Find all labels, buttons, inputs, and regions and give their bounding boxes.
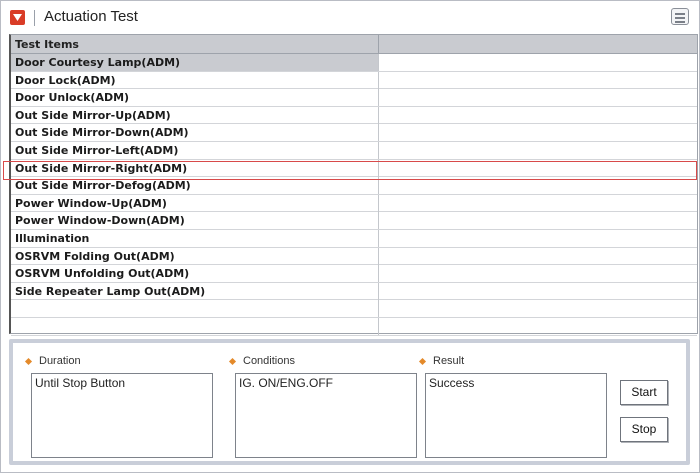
table-row[interactable]: [11, 317, 698, 336]
test-value-cell: [379, 89, 698, 106]
table-row[interactable]: Door Unlock(ADM): [11, 89, 697, 107]
test-item-cell: Out Side Mirror-Left(ADM): [11, 141, 379, 159]
test-item-cell: Out Side Mirror-Up(ADM): [11, 106, 379, 124]
test-value-cell: [379, 230, 698, 247]
test-item-cell: Power Window-Up(ADM): [11, 194, 379, 212]
result-field: Success: [425, 373, 607, 458]
start-button[interactable]: Start: [620, 380, 668, 405]
test-item-cell: Illumination: [11, 229, 379, 247]
test-value-cell: [379, 107, 698, 124]
table-row[interactable]: Door Lock(ADM): [11, 71, 698, 90]
page-title: Actuation Test: [44, 8, 138, 25]
test-value-cell: [379, 248, 698, 265]
test-item-cell: Door Unlock(ADM): [11, 89, 379, 107]
test-item-cell: [11, 300, 379, 318]
table-row[interactable]: Out Side Mirror-Right(ADM): [11, 159, 698, 178]
table-row[interactable]: Power Window-Down(ADM): [11, 212, 697, 230]
test-value-cell: [379, 283, 698, 300]
test-value-cell: [379, 177, 698, 194]
test-value-cell: [379, 54, 698, 71]
table-row[interactable]: Power Window-Up(ADM): [11, 194, 698, 213]
title-bar: Actuation Test: [1, 1, 699, 35]
column-header-value: [379, 35, 698, 54]
test-item-cell: Power Window-Down(ADM): [11, 212, 379, 230]
test-value-cell: [379, 72, 698, 89]
list-menu-icon[interactable]: [671, 8, 689, 25]
test-item-cell: Door Courtesy Lamp(ADM): [11, 54, 379, 71]
table-row[interactable]: Side Repeater Lamp Out(ADM): [11, 282, 698, 301]
table-row[interactable]: Out Side Mirror-Defog(ADM): [11, 177, 697, 195]
test-value-cell: [379, 142, 698, 159]
test-item-cell: Out Side Mirror-Defog(ADM): [11, 177, 379, 195]
test-item-cell: [11, 317, 379, 335]
column-header-test-items: Test Items: [11, 35, 379, 54]
table-row[interactable]: Illumination: [11, 229, 698, 248]
actuation-test-window: Actuation Test Test Items Door Courtesy …: [0, 0, 700, 473]
table-header: Test Items: [11, 35, 697, 54]
table-row[interactable]: OSRVM Folding Out(ADM): [11, 247, 698, 266]
conditions-field: IG. ON/ENG.OFF: [235, 373, 417, 458]
duration-label: Duration: [39, 355, 81, 367]
conditions-label: Conditions: [243, 355, 295, 367]
test-item-cell: OSRVM Unfolding Out(ADM): [11, 265, 379, 283]
table-row[interactable]: Door Courtesy Lamp(ADM): [11, 54, 697, 72]
duration-field: Until Stop Button: [31, 373, 213, 458]
test-value-cell: [379, 124, 698, 141]
test-value-cell: [379, 160, 698, 177]
table-row[interactable]: Out Side Mirror-Left(ADM): [11, 141, 698, 160]
test-value-cell: [379, 318, 698, 335]
table-row[interactable]: OSRVM Unfolding Out(ADM): [11, 265, 697, 283]
test-value-cell: [379, 265, 698, 282]
collapse-arrow-icon[interactable]: [10, 10, 25, 25]
test-item-cell: Out Side Mirror-Right(ADM): [11, 159, 379, 177]
actuation-control-panel: Duration Until Stop Button Conditions IG…: [9, 339, 690, 465]
test-value-cell: [379, 300, 698, 317]
table-body: Door Courtesy Lamp(ADM) Door Lock(ADM) Doo…: [11, 54, 697, 336]
table-row[interactable]: Out Side Mirror-Up(ADM): [11, 106, 698, 125]
test-items-table: Test Items Door Courtesy Lamp(ADM) Door L…: [9, 34, 698, 336]
test-item-cell: Door Lock(ADM): [11, 71, 379, 89]
test-value-cell: [379, 212, 698, 229]
table-row[interactable]: Out Side Mirror-Down(ADM): [11, 124, 697, 142]
test-item-cell: OSRVM Folding Out(ADM): [11, 247, 379, 265]
result-label: Result: [433, 355, 465, 367]
test-item-cell: Out Side Mirror-Down(ADM): [11, 124, 379, 142]
title-divider: [34, 10, 35, 26]
table-row[interactable]: [11, 300, 697, 318]
test-value-cell: [379, 195, 698, 212]
test-item-cell: Side Repeater Lamp Out(ADM): [11, 282, 379, 300]
stop-button[interactable]: Stop: [620, 417, 668, 442]
